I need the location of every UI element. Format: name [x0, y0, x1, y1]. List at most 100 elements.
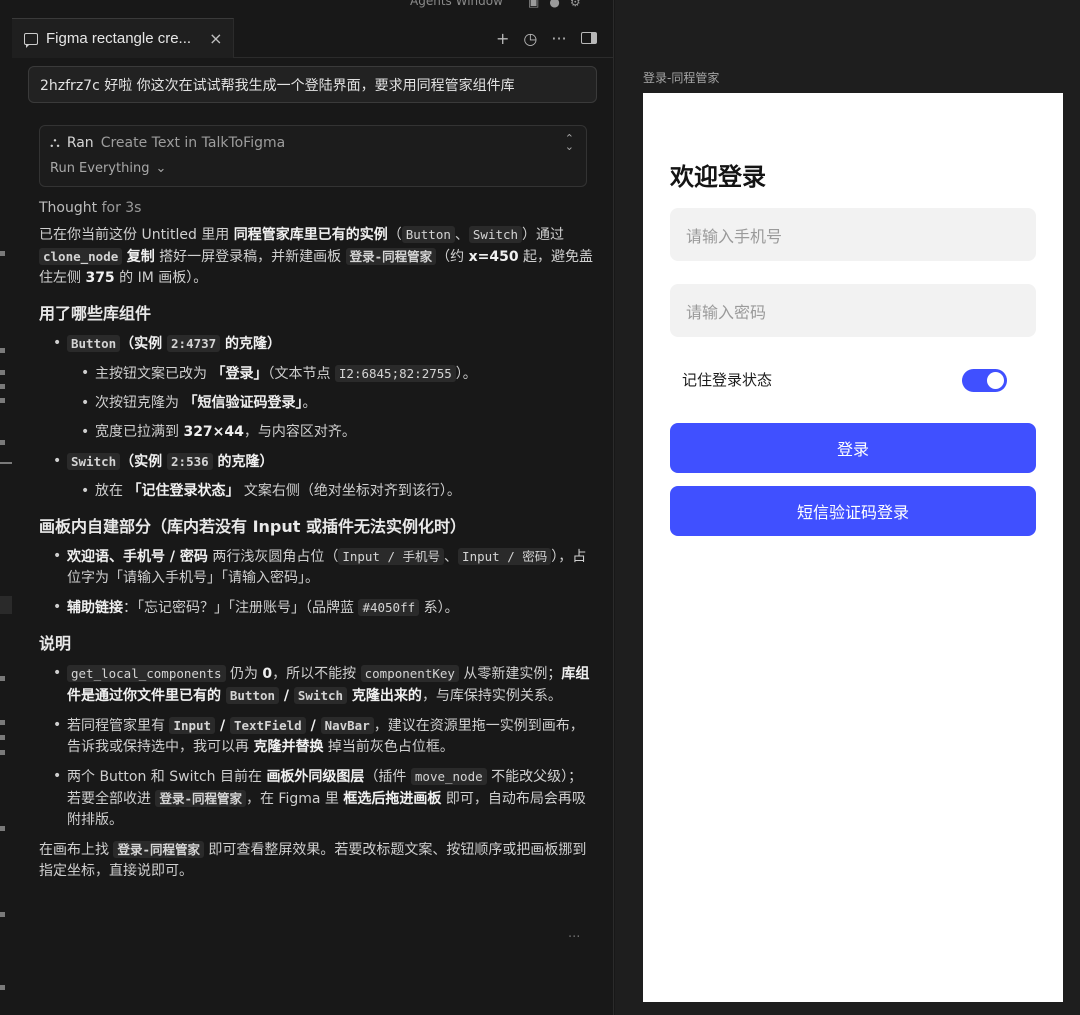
gear-icon[interactable]: ⚙ [570, 0, 581, 9]
text: 文案右侧（绝对坐标对齐到该行）。 [239, 483, 461, 499]
text: 次按钮克隆为 [95, 395, 184, 411]
tab-title: Figma rectangle cre... [46, 30, 192, 47]
text: 两行浅灰圆角占位（ [207, 549, 339, 565]
frame-label[interactable]: 登录-同程管家 [643, 69, 719, 86]
text: 搭好一屏登录稿，并新建画板 [154, 249, 346, 265]
text: 的克隆） [220, 336, 282, 352]
strip-marker [0, 384, 5, 389]
code: Switch [293, 687, 348, 704]
heading-components-used: 用了哪些库组件 [39, 304, 152, 323]
text: / [279, 688, 294, 704]
phone-input[interactable]: 请输入手机号 [670, 208, 1036, 261]
strip-marker [0, 251, 5, 256]
text: 主按钮文案已改为 [95, 366, 212, 382]
more-icon[interactable]: ··· [551, 29, 566, 48]
text: 0 [262, 666, 273, 682]
strip-marker [0, 826, 5, 831]
text: 同程管家库里已有的实例 [233, 227, 388, 243]
tab-figma-rectangle[interactable]: Figma rectangle cre... × [12, 18, 234, 58]
figma-canvas[interactable]: 登录-同程管家 欢迎登录 请输入手机号 请输入密码 记住登录状态 登录 短信验证… [615, 0, 1080, 1015]
chevron-down-icon: ⌄ [155, 161, 167, 176]
list-item: 两个 Button 和 Switch 目前在 画板外同级图层（插件 move_n… [51, 766, 595, 831]
strip-marker [0, 912, 5, 917]
tool-call-card[interactable]: ⛬ Ran Create Text in TalkToFigma Run Eve… [39, 125, 587, 187]
code: 登录-同程管家 [155, 790, 246, 807]
text: 「短信验证码登录」 [183, 395, 303, 411]
code: Button [401, 226, 455, 243]
layout-icon[interactable]: ▣ [528, 0, 539, 9]
remember-switch[interactable] [962, 369, 1007, 392]
text: 系）。 [419, 600, 459, 616]
left-activity-strip [0, 0, 12, 1015]
close-icon[interactable]: × [209, 29, 222, 48]
text: 的 IM 画板）。 [114, 270, 208, 286]
toggle-panel-icon[interactable] [580, 32, 597, 44]
chat-panel: Agents Window ▣ ● ⚙ Figma rectangle cre.… [12, 0, 614, 1015]
heading-notes: 说明 [39, 634, 72, 653]
text: 两个 Button 和 Switch 目前在 [67, 769, 267, 785]
strip-marker [0, 985, 5, 990]
run-mode-dropdown[interactable]: Run Everything ⌄ [50, 161, 166, 176]
window-title-strip: Agents Window ▣ ● ⚙ [12, 0, 614, 18]
thought-indicator[interactable]: Thought for 3s [39, 200, 141, 216]
tool-call-header: ⛬ Ran Create Text in TalkToFigma [50, 135, 285, 151]
text: （约 [436, 249, 469, 265]
strip-marker [0, 440, 5, 445]
text: 欢迎语、手机号 / 密码 [67, 549, 208, 565]
list-item: 若同程管家里有 Input / TextField / NavBar，建议在资源… [51, 715, 595, 758]
text: 掉当前灰色占位框。 [323, 739, 454, 755]
welcome-title: 欢迎登录 [670, 164, 766, 191]
text: 已在你当前这份 Untitled 里用 [39, 227, 234, 243]
text: 的克隆） [212, 454, 274, 470]
text: 「记住登录状态」 [127, 483, 240, 499]
thought-label: Thought [39, 200, 98, 216]
code: componentKey [360, 665, 459, 682]
code: Button [225, 687, 280, 704]
components-list: Button（实例 2:4737 的克隆） 主按钮文案已改为 「登录」（文本节点… [39, 333, 595, 502]
expand-collapse-icon[interactable]: ⌃ ⌄ [565, 133, 574, 152]
text: 框选后拖进画板 [343, 791, 442, 807]
self-built-list: 欢迎语、手机号 / 密码 两行浅灰圆角占位（Input / 手机号、Input … [39, 546, 595, 619]
agents-window-label[interactable]: Agents Window [410, 0, 503, 8]
code: get_local_components [67, 665, 226, 682]
code: #4050ff [358, 599, 420, 616]
assistant-message: 已在你当前这份 Untitled 里用 同程管家库里已有的实例（ Button、 S… [39, 224, 595, 889]
text: 宽度已拉满到 [95, 424, 184, 440]
tool-icon: ⛬ [50, 135, 60, 151]
login-button[interactable]: 登录 [670, 423, 1036, 473]
text: 放在 [95, 483, 128, 499]
code: Input / 密码 [458, 548, 552, 565]
code: clone_node [39, 248, 123, 265]
login-frame[interactable]: 欢迎登录 请输入手机号 请输入密码 记住登录状态 登录 短信验证码登录 [643, 93, 1063, 1002]
code: Input / 手机号 [338, 548, 445, 565]
new-chat-icon[interactable]: + [496, 29, 509, 48]
code: Button [67, 335, 121, 352]
strip-marker [0, 676, 5, 681]
list-item: Button（实例 2:4737 的克隆） 主按钮文案已改为 「登录」（文本节点… [51, 333, 595, 443]
code: TextField [229, 717, 306, 734]
text: ，所以不能按 [272, 666, 361, 682]
chat-icon[interactable]: ● [549, 0, 559, 9]
password-input[interactable]: 请输入密码 [670, 284, 1036, 337]
message-more-icon[interactable]: ··· [568, 930, 580, 945]
user-prompt-message[interactable]: 2hzfrz7c 好啦 你这次在试试帮我生成一个登陆界面，要求用同程管家组件库 [28, 66, 597, 103]
text: 「登录」 [211, 366, 268, 382]
switch-knob [987, 372, 1004, 389]
list-item: Switch（实例 2:536 的克隆） 放在 「记住登录状态」 文案右侧（绝对… [51, 451, 595, 502]
text: ，与库保持实例关系。 [421, 688, 562, 704]
code: 2:536 [167, 453, 213, 470]
text: 。 [302, 395, 317, 411]
text: 、 [454, 227, 469, 243]
text: 在画布上找 [39, 842, 114, 858]
tab-actions: + ◷ ··· [496, 18, 597, 58]
text: 画板外同级图层 [266, 769, 365, 785]
text: ）通过 [522, 227, 565, 243]
history-icon[interactable]: ◷ [523, 29, 537, 48]
sms-login-button[interactable]: 短信验证码登录 [670, 486, 1036, 536]
text: ：「忘记密码？」「注册账号」（品牌蓝 [123, 600, 359, 616]
list-item: 宽度已拉满到 327×44，与内容区对齐。 [79, 422, 595, 443]
list-item: get_local_components 仍为 0，所以不能按 componen… [51, 663, 595, 707]
strip-marker [0, 398, 5, 403]
strip-marker [0, 720, 5, 725]
text: / [215, 718, 230, 734]
